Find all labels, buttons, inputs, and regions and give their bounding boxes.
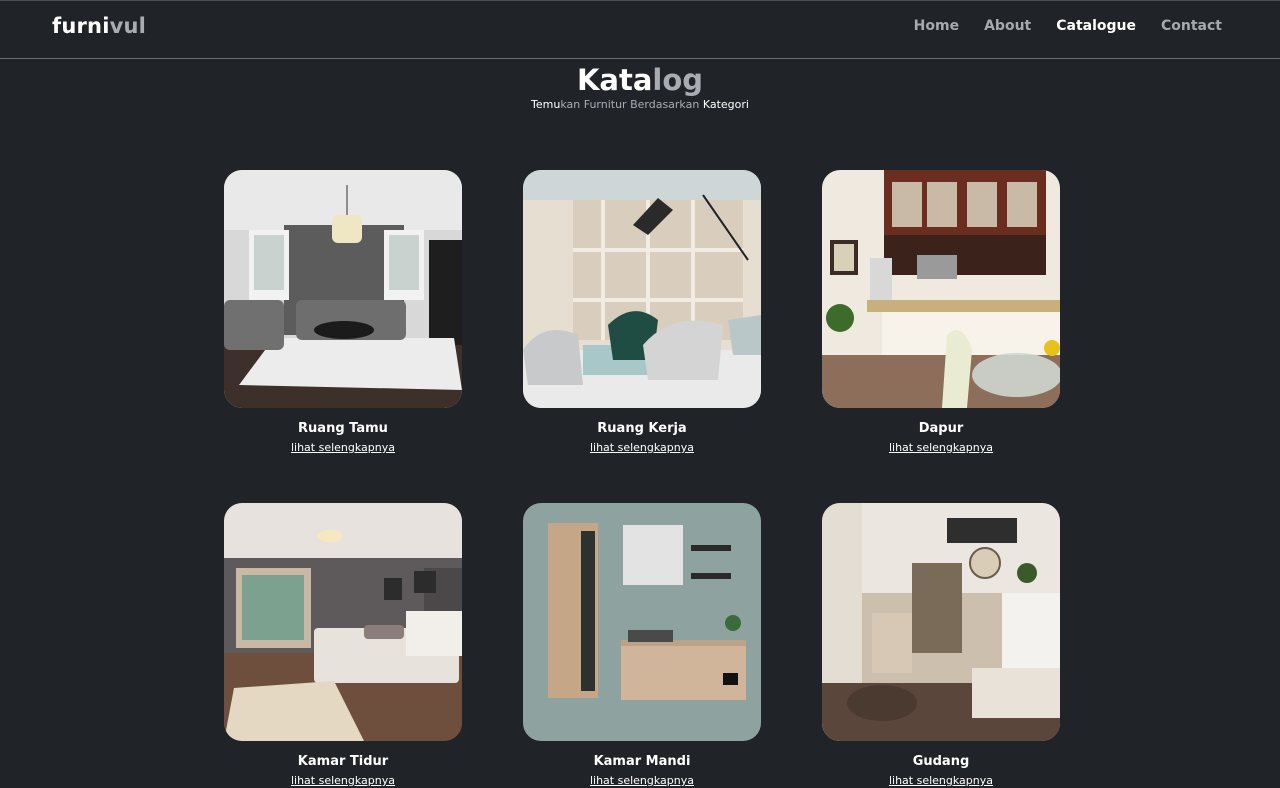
- page-subtitle: Temukan Furnitur Berdasarkan Kategori: [0, 98, 1280, 112]
- see-more-link[interactable]: lihat selengkapnya: [291, 774, 395, 787]
- page-subtitle-part2: kan Furnitur Berdasarkan: [560, 98, 703, 111]
- catalog-card-dapur: Dapur lihat selengkapnya: [822, 170, 1060, 455]
- see-more-link[interactable]: lihat selengkapnya: [291, 441, 395, 454]
- catalog-card-gudang: Gudang lihat selengkapnya: [822, 503, 1060, 788]
- catalog-card-title: Kamar Mandi: [593, 754, 691, 769]
- workspace-image[interactable]: [523, 170, 761, 408]
- page-subtitle-part1: Temu: [531, 98, 561, 111]
- see-more-link[interactable]: lihat selengkapnya: [590, 441, 694, 454]
- catalog-card-ruang-kerja: Ruang Kerja lihat selengkapnya: [523, 170, 761, 455]
- catalog-card-title: Gudang: [912, 754, 970, 769]
- hero: Katalog Temukan Furnitur Berdasarkan Kat…: [0, 62, 1280, 112]
- catalog-card-title: Dapur: [918, 421, 964, 436]
- kitchen-image[interactable]: [822, 170, 1060, 408]
- catalog-card-title: Ruang Tamu: [298, 421, 388, 436]
- nav-home[interactable]: Home: [914, 18, 959, 34]
- nav-links: Home About Catalogue Contact: [889, 18, 1222, 34]
- see-more-link[interactable]: lihat selengkapnya: [590, 774, 694, 787]
- catalog-card-title: Ruang Kerja: [597, 421, 687, 436]
- living-room-image[interactable]: [224, 170, 462, 408]
- page-title-part2: log: [652, 63, 704, 97]
- page-subtitle-part3: Kategori: [702, 98, 749, 111]
- storage-room-image[interactable]: [822, 503, 1060, 741]
- nav-about[interactable]: About: [984, 18, 1031, 34]
- nav-contact[interactable]: Contact: [1161, 18, 1222, 34]
- bathroom-image[interactable]: [523, 503, 761, 741]
- see-more-link[interactable]: lihat selengkapnya: [889, 441, 993, 454]
- page-title-part1: Kata: [576, 63, 653, 97]
- navbar: furnivul Home About Catalogue Contact: [0, 0, 1280, 59]
- brand-logo[interactable]: furnivul: [52, 14, 146, 38]
- bedroom-image[interactable]: [224, 503, 462, 741]
- brand-part2: vul: [109, 14, 147, 38]
- nav-catalogue[interactable]: Catalogue: [1056, 18, 1136, 34]
- catalog-card-kamar-mandi: Kamar Mandi lihat selengkapnya: [523, 503, 761, 788]
- catalog-card-kamar-tidur: Kamar Tidur lihat selengkapnya: [224, 503, 462, 788]
- page-title: Katalog: [0, 62, 1280, 98]
- catalog-card-title: Kamar Tidur: [297, 754, 389, 769]
- brand-part1: furni: [52, 14, 110, 38]
- see-more-link[interactable]: lihat selengkapnya: [889, 774, 993, 787]
- catalog-card-ruang-tamu: Ruang Tamu lihat selengkapnya: [224, 170, 462, 455]
